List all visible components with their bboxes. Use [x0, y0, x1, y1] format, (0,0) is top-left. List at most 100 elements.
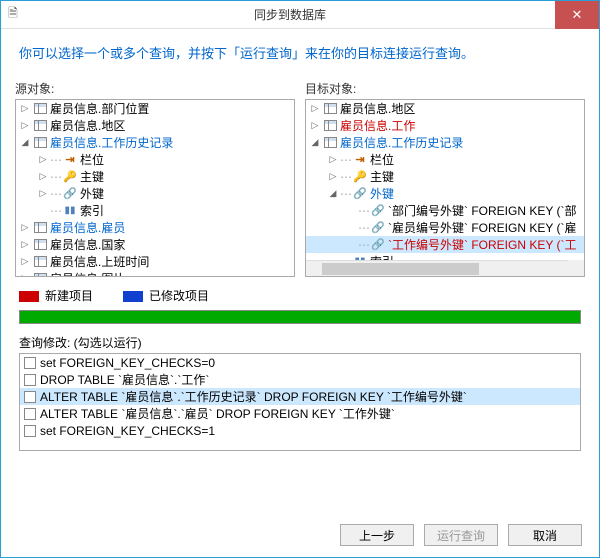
tree-item-label: 栏位: [80, 151, 104, 168]
collapse-icon[interactable]: ◢: [310, 138, 320, 148]
cancel-button[interactable]: 取消: [508, 524, 582, 546]
app-icon: 🗎: [1, 4, 25, 25]
expand-icon[interactable]: ▷: [38, 172, 48, 182]
legend-modified-label: 已修改项目: [149, 289, 209, 303]
tree-item-label: 外键: [370, 185, 394, 202]
query-row[interactable]: set FOREIGN_KEY_CHECKS=0: [20, 354, 580, 371]
tree-row[interactable]: ▷ 雇员信息.国家: [16, 236, 294, 253]
query-row[interactable]: ALTER TABLE `雇员信息`.`工作历史记录` DROP FOREIGN…: [20, 388, 580, 405]
tree-row[interactable]: ⋯🔗`工作编号外键` FOREIGN KEY (`工: [306, 236, 584, 253]
scrollbar-horizontal[interactable]: [306, 260, 568, 276]
tree-row[interactable]: ▷ 雇员信息.图片: [16, 270, 294, 277]
expand-icon[interactable]: ▷: [38, 155, 48, 165]
table-icon: [32, 272, 48, 278]
back-button[interactable]: 上一步: [340, 524, 414, 546]
query-checkbox[interactable]: [24, 391, 36, 403]
foreign-key-icon: 🔗: [352, 187, 368, 201]
tree-leaf: [346, 240, 356, 250]
tree-row[interactable]: ▷⋯🔑主键: [16, 168, 294, 185]
query-checkbox[interactable]: [24, 374, 36, 386]
table-icon: [322, 102, 338, 116]
tree-item-label: `工作编号外键` FOREIGN KEY (`工: [388, 236, 576, 253]
legend-new-label: 新建项目: [45, 289, 93, 303]
run-query-button[interactable]: 运行查询: [424, 524, 498, 546]
tree-row[interactable]: ▷⋯🔗外键: [16, 185, 294, 202]
query-row[interactable]: DROP TABLE `雇员信息`.`工作`: [20, 371, 580, 388]
foreign-key-icon: 🔗: [62, 187, 78, 201]
titlebar: 🗎 同步到数据库 ✕: [1, 1, 599, 29]
tree-row[interactable]: ⋯🔗`雇员编号外键` FOREIGN KEY (`雇: [306, 219, 584, 236]
expand-icon[interactable]: ▷: [20, 274, 30, 278]
foreign-key-icon: 🔗: [370, 221, 386, 235]
tree-row[interactable]: ◢⋯🔗外键: [306, 185, 584, 202]
scrollbar-corner: [568, 260, 584, 276]
tree-row[interactable]: ▷⋯⇥栏位: [306, 151, 584, 168]
legend: 新建项目 已修改项目: [1, 277, 599, 308]
tree-item-label: 雇员信息.地区: [340, 100, 415, 117]
tree-item-label: 雇员信息.工作历史记录: [50, 134, 173, 151]
tree-row[interactable]: ▷ 雇员信息.地区: [16, 117, 294, 134]
collapse-icon[interactable]: ◢: [20, 138, 30, 148]
tree-row[interactable]: ⋯🔗`部门编号外键` FOREIGN KEY (`部: [306, 202, 584, 219]
query-row[interactable]: set FOREIGN_KEY_CHECKS=1: [20, 422, 580, 439]
tree-item-label: 主键: [80, 168, 104, 185]
tree-item-label: 雇员信息.工作历史记录: [340, 134, 463, 151]
expand-icon[interactable]: ▷: [38, 189, 48, 199]
tree-item-label: 雇员信息.工作: [340, 117, 415, 134]
index-icon: ▮▮: [62, 204, 78, 218]
table-icon: [32, 102, 48, 116]
table-icon: [32, 119, 48, 133]
tree-row[interactable]: ▷ 雇员信息.工作: [306, 117, 584, 134]
query-sql: ALTER TABLE `雇员信息`.`工作历史记录` DROP FOREIGN…: [40, 388, 467, 405]
target-tree[interactable]: ▷雇员信息.地区▷雇员信息.工作◢雇员信息.工作历史记录▷⋯⇥栏位▷⋯🔑主键◢⋯…: [305, 99, 585, 277]
source-tree[interactable]: ▷ 雇员信息.部门位置 ▷ 雇员信息.地区 ◢ 雇员信息.工作历史记录▷⋯⇥栏位▷⋯🔑主键…: [15, 99, 295, 277]
tree-row[interactable]: ▷⋯🔑主键: [306, 168, 584, 185]
key-icon: 🔑: [352, 170, 368, 184]
tree-row[interactable]: ▷ 雇员信息.地区: [306, 100, 584, 117]
queries-list[interactable]: set FOREIGN_KEY_CHECKS=0DROP TABLE `雇员信息…: [19, 353, 581, 451]
queries-label: 查询修改: (勾选以运行): [1, 334, 599, 351]
tree-item-label: 雇员信息.国家: [50, 236, 125, 253]
tree-item-label: 雇员信息.图片: [50, 270, 125, 277]
expand-icon[interactable]: ▷: [20, 240, 30, 250]
tree-item-label: `部门编号外键` FOREIGN KEY (`部: [388, 202, 576, 219]
table-icon: [32, 255, 48, 269]
query-row[interactable]: ALTER TABLE `雇员信息`.`雇员` DROP FOREIGN KEY…: [20, 405, 580, 422]
target-label: 目标对象:: [305, 80, 585, 97]
tree-row[interactable]: ◢ 雇员信息.工作历史记录: [306, 134, 584, 151]
collapse-icon[interactable]: ◢: [328, 189, 338, 199]
table-icon: [32, 221, 48, 235]
query-checkbox[interactable]: [24, 408, 36, 420]
expand-icon[interactable]: ▷: [20, 257, 30, 267]
tree-leaf: [346, 206, 356, 216]
query-sql: ALTER TABLE `雇员信息`.`雇员` DROP FOREIGN KEY…: [40, 405, 395, 422]
tree-item-label: 雇员信息.地区: [50, 117, 125, 134]
tree-row[interactable]: ▷ 雇员信息.上班时间: [16, 253, 294, 270]
query-checkbox[interactable]: [24, 425, 36, 437]
tree-leaf: [346, 223, 356, 233]
close-button[interactable]: ✕: [555, 1, 599, 29]
table-icon: [322, 119, 338, 133]
expand-icon[interactable]: ▷: [328, 155, 338, 165]
tree-item-label: 主键: [370, 168, 394, 185]
expand-icon[interactable]: ▷: [20, 223, 30, 233]
tree-row[interactable]: ⋯▮▮索引: [16, 202, 294, 219]
expand-icon[interactable]: ▷: [20, 121, 30, 131]
progress-bar: [19, 310, 581, 324]
tree-row[interactable]: ◢ 雇员信息.工作历史记录: [16, 134, 294, 151]
tree-row[interactable]: ▷ 雇员信息.部门位置: [16, 100, 294, 117]
legend-swatch-new: [19, 291, 39, 302]
expand-icon[interactable]: ▷: [20, 104, 30, 114]
tree-item-label: 外键: [80, 185, 104, 202]
expand-icon[interactable]: ▷: [328, 172, 338, 182]
query-checkbox[interactable]: [24, 357, 36, 369]
tree-row[interactable]: ▷⋯⇥栏位: [16, 151, 294, 168]
window-title: 同步到数据库: [25, 6, 555, 23]
tree-item-label: 索引: [80, 202, 104, 219]
tree-row[interactable]: ▷雇员信息.雇员: [16, 219, 294, 236]
expand-icon[interactable]: ▷: [310, 121, 320, 131]
tree-item-label: 雇员信息.部门位置: [50, 100, 149, 117]
columns-icon: ⇥: [62, 153, 78, 167]
expand-icon[interactable]: ▷: [310, 104, 320, 114]
tree-item-label: 雇员信息.上班时间: [50, 253, 149, 270]
